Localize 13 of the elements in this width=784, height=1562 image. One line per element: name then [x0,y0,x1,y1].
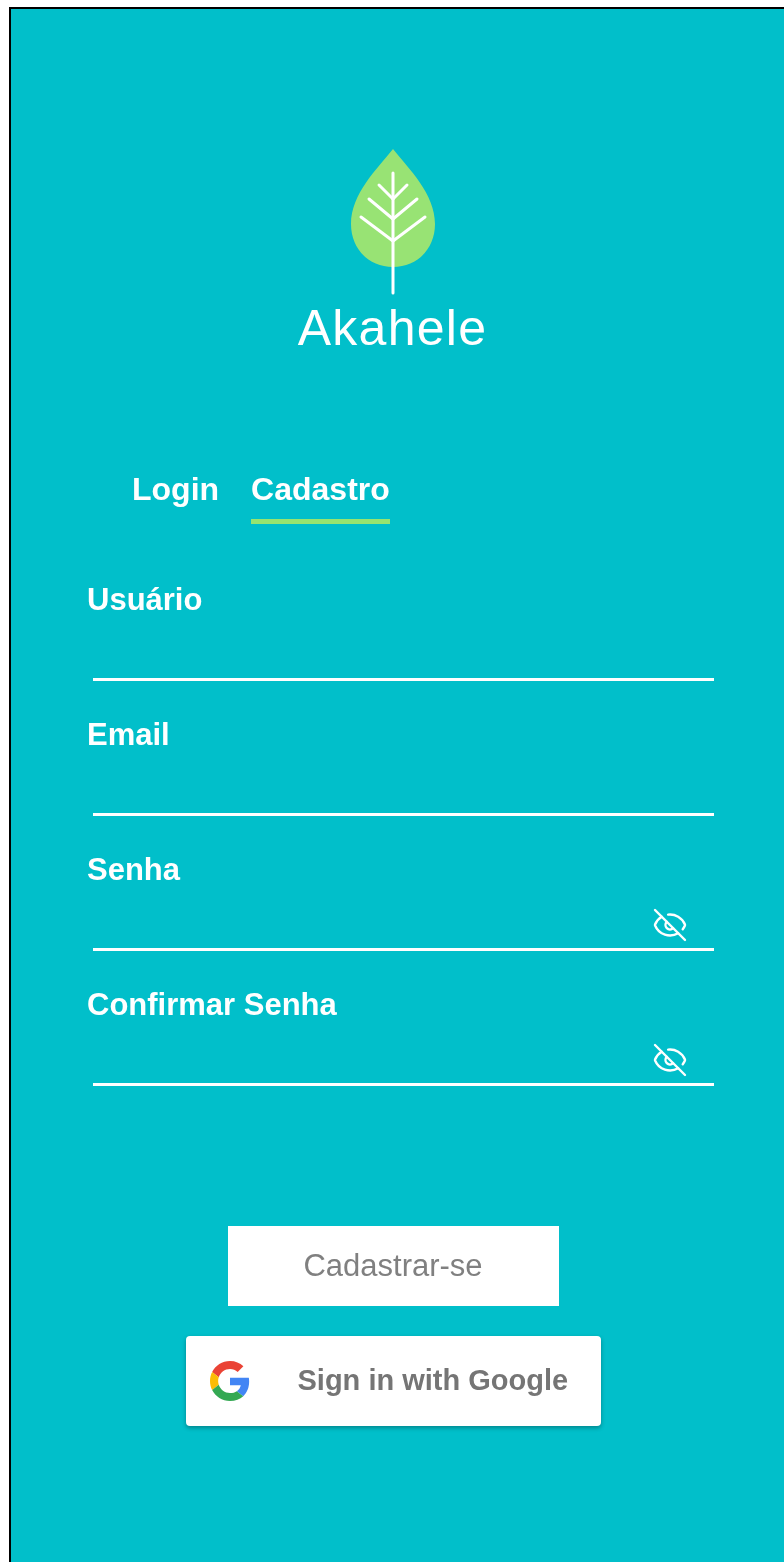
google-sign-in-button[interactable]: Sign in with Google [185,1336,601,1426]
register-button[interactable]: Cadastrar-se [227,1226,559,1306]
app-name: Akahele [297,303,488,353]
field-label: Senha [87,854,182,885]
field-label: Usuário [87,584,204,615]
leaf-logo-icon [348,149,437,295]
eye-off-icon [652,1041,688,1078]
field-label: Confirmar Senha [87,989,338,1020]
tab[interactable]: Cadastro [251,471,390,524]
tab[interactable]: Login [132,471,220,524]
eye-off-icon [652,906,688,943]
google-logo-icon [209,1361,250,1401]
field-label: Email [87,719,171,750]
